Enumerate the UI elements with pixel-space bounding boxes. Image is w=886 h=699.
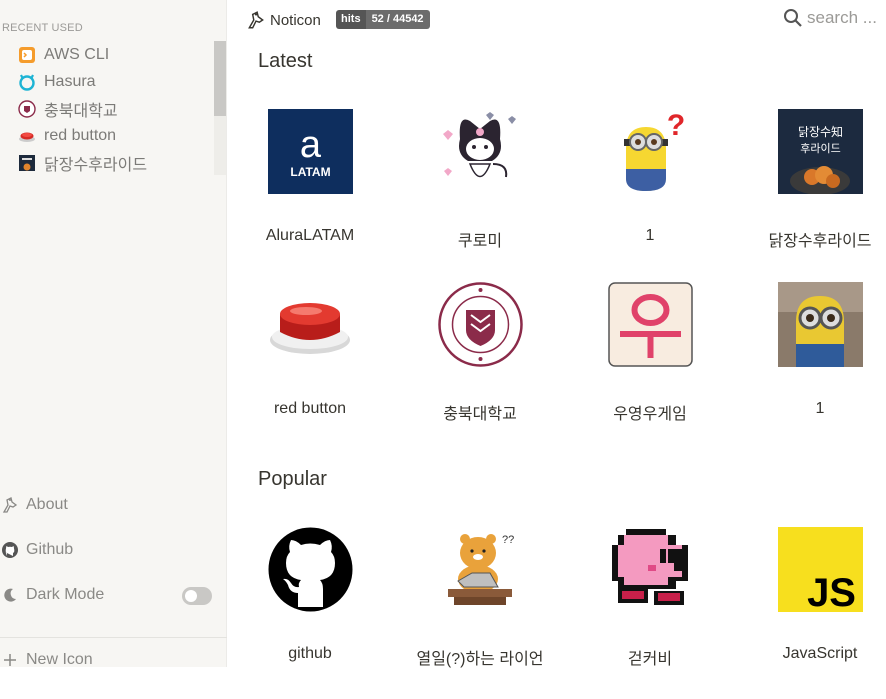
svg-text:??: ?? (502, 534, 514, 546)
about-label: About (26, 496, 68, 513)
minion-photo-icon (778, 282, 863, 367)
chicken-icon: 닭장수知 후라이드 (778, 109, 863, 194)
icon-card[interactable]: 충북대학교 (395, 282, 565, 454)
recent-item-label: red button (44, 126, 117, 144)
javascript-icon: JS (778, 527, 863, 612)
woo-game-icon (608, 282, 693, 367)
icon-card-label: 충북대학교 (443, 406, 517, 423)
dark-mode-row: Dark Mode (0, 585, 104, 605)
icon-card[interactable]: 닭장수知 후라이드 닭장수후라이드 (735, 109, 886, 281)
icon-card-label: 걷커비 (627, 651, 673, 668)
icon-card-label: AluraLATAM (265, 227, 355, 244)
red-button-icon (268, 282, 353, 367)
icon-card-label: 1 (645, 227, 655, 244)
brand-name: Noticon (270, 11, 321, 29)
new-icon-label: New Icon (26, 651, 93, 668)
icon-card[interactable]: 우영우게임 (565, 282, 735, 454)
icon-card[interactable]: github (225, 527, 395, 699)
chicken-icon (18, 154, 36, 172)
icon-card[interactable]: 1 (735, 282, 886, 454)
recent-item-chicken[interactable]: 닭장수후라이드 (0, 149, 213, 175)
minion-question-icon: ? (608, 109, 693, 194)
icon-card-label: 쿠로미 (457, 233, 503, 250)
recent-list: AWS CLI Hasura 충북대학교 red button 닭장수후라이드 (0, 41, 213, 175)
recent-item-aws-cli[interactable]: AWS CLI (0, 41, 213, 68)
search-placeholder: search ... (807, 8, 877, 27)
dark-mode-toggle[interactable] (182, 587, 212, 605)
svg-text:닭장수知: 닭장수知 (798, 125, 843, 139)
icon-card-label: 우영우게임 (613, 406, 687, 423)
icon-card-label: red button (273, 400, 347, 417)
aws-cli-icon (18, 46, 36, 64)
brand[interactable]: Noticon (246, 10, 321, 30)
recent-item-label: AWS CLI (44, 45, 110, 63)
dark-mode-toggle-knob (185, 590, 197, 602)
recent-used-title: RECENT USED (2, 22, 83, 34)
moon-icon (0, 585, 20, 605)
search-input[interactable]: search ... (783, 8, 877, 28)
icon-card[interactable]: 쿠로미 (395, 109, 565, 281)
icon-card[interactable]: a LATAM AluraLATAM (225, 109, 395, 281)
icon-card-label: github (288, 645, 332, 662)
hits-badge-label: hits (336, 10, 366, 29)
chungbuk-univ-icon (438, 282, 523, 367)
recent-item-red-button[interactable]: red button (0, 122, 213, 149)
github-icon (0, 540, 20, 560)
icon-card[interactable]: ?? 열일(?)하는 라이언 (395, 527, 565, 699)
icon-card-label: JavaScript (782, 645, 858, 662)
plus-icon (0, 650, 20, 670)
icon-card[interactable]: JS JavaScript (735, 527, 886, 699)
hits-badge: hits 52 / 44542 (336, 10, 430, 29)
sidebar: RECENT USED AWS CLI Hasura 충북대학교 red but… (0, 0, 227, 670)
svg-text:JS: JS (807, 571, 856, 612)
hits-badge-value: 52 / 44542 (365, 10, 430, 29)
latest-title: Latest (258, 50, 313, 72)
about-link[interactable]: About (0, 495, 68, 515)
noticon-logo-icon (0, 495, 20, 515)
hasura-icon (18, 73, 36, 91)
top-bar: Noticon hits 52 / 44542 search ... (227, 0, 886, 40)
recent-item-hasura[interactable]: Hasura (0, 68, 213, 95)
svg-text:후라이드: 후라이드 (800, 142, 840, 155)
icon-card[interactable]: ? 1 (565, 109, 735, 281)
kuromi-icon (438, 109, 523, 194)
recent-item-chungbuk[interactable]: 충북대학교 (0, 95, 213, 122)
popular-title: Popular (258, 468, 327, 490)
icon-card[interactable]: 걷커비 (565, 527, 735, 699)
icon-card-label: 닭장수후라이드 (768, 233, 872, 250)
recent-item-label: Hasura (44, 72, 96, 90)
search-icon (783, 8, 803, 28)
icon-card-label: 1 (815, 400, 825, 417)
github-link[interactable]: Github (0, 540, 73, 560)
dark-mode-label: Dark Mode (26, 586, 105, 603)
noticon-logo-icon (246, 10, 266, 30)
recent-item-label: 충북대학교 (44, 102, 118, 120)
new-icon-button[interactable]: New Icon (0, 650, 93, 670)
svg-text:?: ? (667, 109, 685, 142)
github-label: Github (26, 541, 74, 558)
alura-latam-icon: a LATAM (268, 109, 353, 194)
svg-text:LATAM: LATAM (290, 165, 330, 179)
kirby-icon (608, 527, 693, 612)
sidebar-divider (0, 637, 227, 638)
svg-text:a: a (300, 124, 322, 166)
github-icon (268, 527, 353, 612)
chungbuk-univ-icon (18, 99, 36, 118)
red-button-icon (18, 127, 36, 145)
recent-item-label: 닭장수후라이드 (44, 156, 148, 174)
icon-card[interactable]: red button (225, 282, 395, 454)
ryan-working-icon: ?? (438, 527, 523, 612)
recent-scrollbar-thumb[interactable] (214, 41, 226, 116)
icon-card-label: 열일(?)하는 라이언 (416, 651, 544, 668)
